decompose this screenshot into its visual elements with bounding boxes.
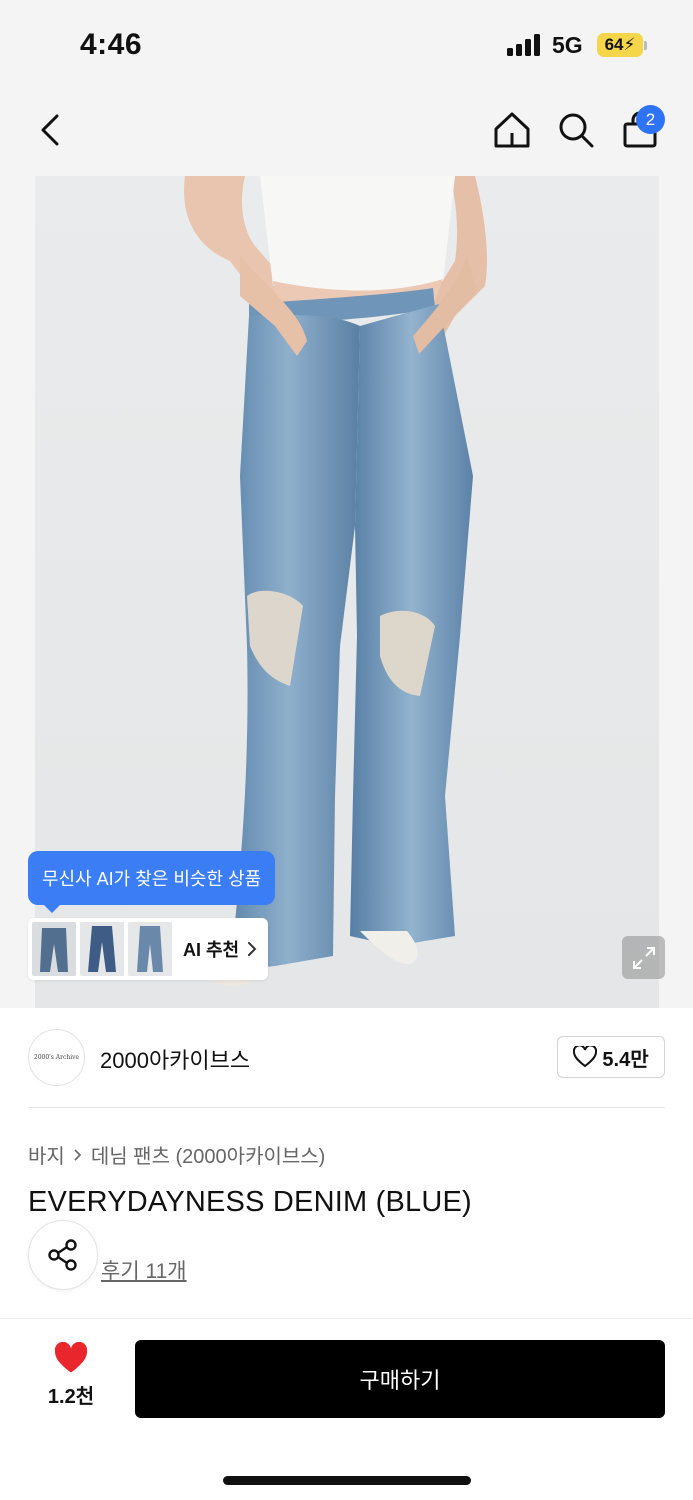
chevron-left-icon	[41, 114, 59, 146]
similar-thumbnail[interactable]	[128, 922, 172, 976]
back-button[interactable]	[30, 108, 70, 152]
home-button[interactable]	[490, 108, 534, 152]
charging-icon: ⚡	[623, 35, 636, 54]
heart-outline-icon	[573, 1046, 598, 1068]
brand-logo-text: 2000's Archive	[33, 1054, 80, 1061]
similar-thumbnail[interactable]	[80, 922, 124, 976]
breadcrumb: 바지 데님 팬츠 (2000아카이브스)	[28, 1140, 325, 1169]
expand-image-button[interactable]	[622, 936, 665, 979]
brand-like-button[interactable]: 5.4만	[557, 1036, 665, 1078]
brand-name[interactable]: 2000아카이브스	[100, 1043, 250, 1075]
status-time: 4:46	[80, 28, 143, 61]
ai-similar-tooltip: 무신사 AI가 찾은 비슷한 상품	[28, 851, 276, 913]
home-indicator	[223, 1476, 471, 1485]
battery-icon: 64 ⚡	[597, 33, 643, 57]
status-bar: 4:46 5G 64 ⚡	[0, 0, 693, 92]
share-button[interactable]	[28, 1220, 98, 1290]
search-icon	[559, 113, 594, 148]
ai-recommend-label: AI 추천	[183, 940, 240, 960]
thumbnail-image	[32, 922, 76, 976]
battery-level: 64	[604, 35, 624, 54]
divider	[28, 1107, 665, 1108]
share-icon	[48, 1239, 77, 1271]
expand-icon	[632, 946, 655, 969]
divider	[0, 1318, 693, 1319]
search-button[interactable]	[554, 108, 598, 152]
home-icon	[494, 112, 530, 148]
chevron-right-icon	[74, 1148, 81, 1161]
product-title: EVERYDAYNESS DENIM (BLUE)	[28, 1186, 472, 1218]
reviews-link[interactable]: 후기 11개	[101, 1255, 187, 1285]
heart-filled-icon	[54, 1342, 88, 1373]
wishlist-count: 1.2천	[47, 1386, 95, 1408]
battery-tip	[644, 41, 647, 50]
brand-logo[interactable]: 2000's Archive	[28, 1029, 85, 1086]
thumbnail-image	[80, 922, 124, 976]
similar-thumbnail[interactable]	[32, 922, 76, 976]
nav-bar	[0, 92, 693, 176]
network-label: 5G	[552, 32, 583, 58]
brand-like-count: 5.4만	[602, 1048, 649, 1071]
breadcrumb-item[interactable]: 바지	[28, 1140, 65, 1169]
breadcrumb-item[interactable]: 데님 팬츠 (2000아카이브스)	[91, 1140, 326, 1169]
cart-badge: 2	[636, 105, 665, 134]
buy-button[interactable]: 구매하기	[135, 1340, 665, 1418]
chevron-right-icon	[248, 942, 257, 956]
ai-recommend-strip[interactable]: AI 추천	[28, 918, 268, 980]
signal-icon	[507, 34, 540, 56]
wishlist-button[interactable]: 1.2천	[36, 1342, 106, 1412]
thumbnail-image	[128, 922, 172, 976]
